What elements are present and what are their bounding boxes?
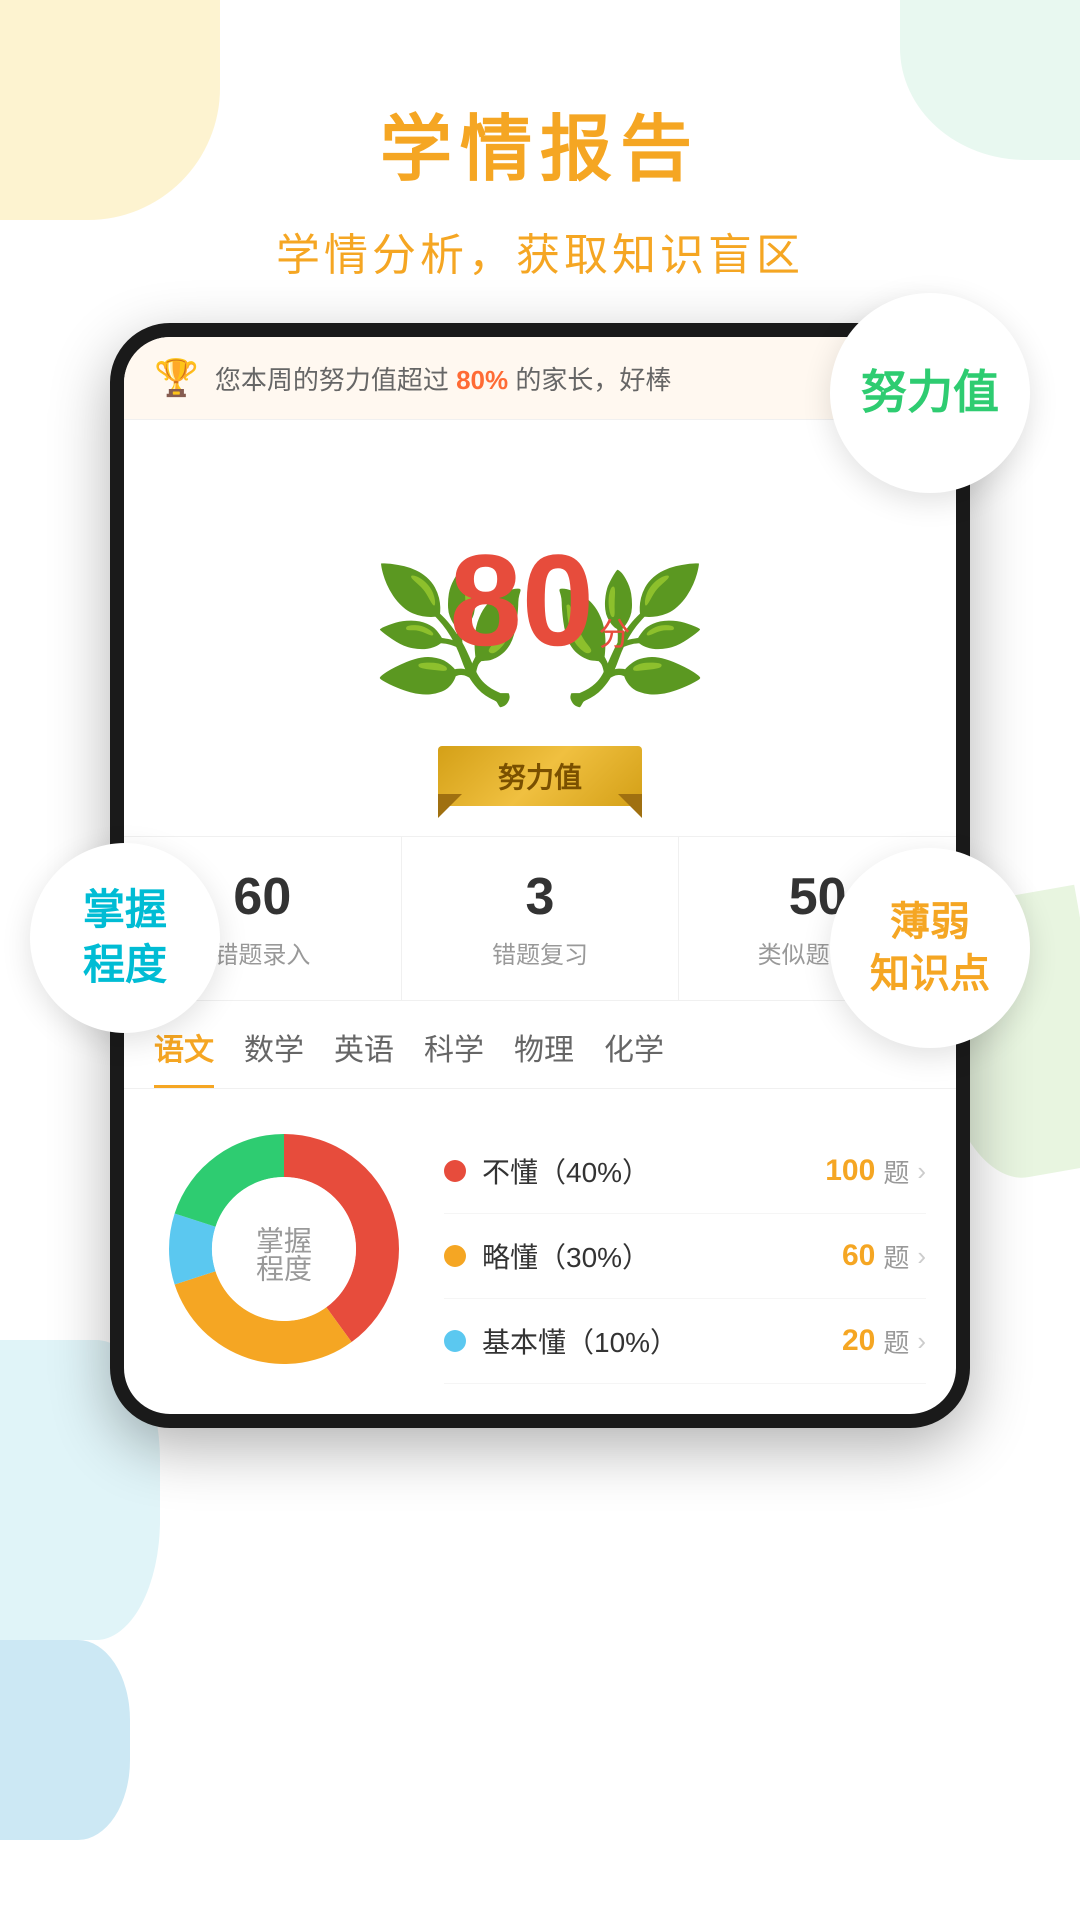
legend-item[interactable]: 不懂（40%） 100 题 › bbox=[444, 1129, 926, 1214]
legend-label: 基本懂（10%） bbox=[482, 1321, 678, 1361]
subject-tab[interactable]: 科学 bbox=[424, 1025, 484, 1088]
legend-dot bbox=[444, 1160, 466, 1182]
weak-label-text: 薄弱知识点 bbox=[870, 896, 990, 1000]
mastery-label-text: 掌握程度 bbox=[83, 883, 167, 992]
ribbon-label: 努力值 bbox=[438, 746, 642, 806]
subject-tabs[interactable]: 语文数学英语科学物理化学 bbox=[124, 1001, 956, 1089]
page-subtitle: 学情分析，获取知识盲区 bbox=[0, 219, 1080, 283]
legend-count: 60 bbox=[842, 1239, 875, 1273]
phone-container: 努力值 掌握程度 薄弱知识点 🏆 您本周的努力值超过 80% 的家长，好棒 🌿 … bbox=[110, 323, 970, 1428]
legend-arrow-icon[interactable]: › bbox=[917, 1241, 926, 1272]
svg-text:程度: 程度 bbox=[256, 1253, 312, 1284]
mastery-label-bubble: 掌握程度 bbox=[30, 843, 220, 1033]
score-unit: 分 bbox=[599, 616, 631, 652]
header: 学情报告 学情分析，获取知识盲区 bbox=[0, 0, 1080, 323]
subject-tab[interactable]: 语文 bbox=[154, 1025, 214, 1088]
legend-item[interactable]: 略懂（30%） 60 题 › bbox=[444, 1214, 926, 1299]
effort-label-bubble: 努力值 bbox=[830, 293, 1030, 493]
legend-item[interactable]: 基本懂（10%） 20 题 › bbox=[444, 1299, 926, 1384]
weak-label-bubble: 薄弱知识点 bbox=[830, 848, 1030, 1048]
legend-dot bbox=[444, 1330, 466, 1352]
stat-item: 3错题复习 bbox=[402, 837, 680, 1000]
legend-arrow-icon[interactable]: › bbox=[917, 1326, 926, 1357]
trophy-icon: 🏆 bbox=[154, 357, 199, 399]
legend-unit: 题 bbox=[883, 1153, 909, 1190]
legend-dot bbox=[444, 1245, 466, 1267]
subject-tab[interactable]: 英语 bbox=[334, 1025, 394, 1088]
donut-chart: 掌握 程度 bbox=[154, 1119, 414, 1384]
score-center: 80 分 bbox=[449, 535, 630, 665]
subject-tab[interactable]: 物理 bbox=[514, 1025, 574, 1088]
score-section: 🌿 🌿 80 分 努力值 bbox=[124, 420, 956, 836]
score-number: 80 bbox=[449, 527, 594, 673]
legend-unit: 题 bbox=[883, 1323, 909, 1360]
bg-decoration-bottomleft2 bbox=[0, 1640, 130, 1840]
stats-row: 60错题录入3错题复习50类似题训练 bbox=[124, 836, 956, 1001]
legend-unit: 题 bbox=[883, 1238, 909, 1275]
subject-tab[interactable]: 化学 bbox=[604, 1025, 664, 1088]
laurel-container: 🌿 🌿 80 分 bbox=[370, 460, 710, 740]
legend-list: 不懂（40%） 100 题 › 略懂（30%） 60 题 › 基本懂（10%） … bbox=[444, 1129, 926, 1384]
legend-label: 略懂（30%） bbox=[482, 1236, 650, 1276]
page-title: 学情报告 bbox=[0, 90, 1080, 195]
svg-text:掌握: 掌握 bbox=[256, 1225, 312, 1256]
legend-count: 20 bbox=[842, 1324, 875, 1358]
notification-text: 您本周的努力值超过 80% 的家长，好棒 bbox=[215, 360, 926, 397]
legend-section: 不懂（40%） 100 题 › 略懂（30%） 60 题 › 基本懂（10%） … bbox=[444, 1119, 926, 1384]
legend-arrow-icon[interactable]: › bbox=[917, 1156, 926, 1187]
effort-label-text: 努力值 bbox=[861, 365, 999, 420]
legend-count: 100 bbox=[825, 1154, 875, 1188]
phone-mockup: 🏆 您本周的努力值超过 80% 的家长，好棒 🌿 🌿 80 分 努力值 60错题… bbox=[110, 323, 970, 1428]
subject-tab[interactable]: 数学 bbox=[244, 1025, 304, 1088]
chart-section: 掌握 程度 不懂（40%） 100 题 › 略懂（30%） 60 题 › bbox=[124, 1089, 956, 1414]
legend-label: 不懂（40%） bbox=[482, 1151, 650, 1191]
